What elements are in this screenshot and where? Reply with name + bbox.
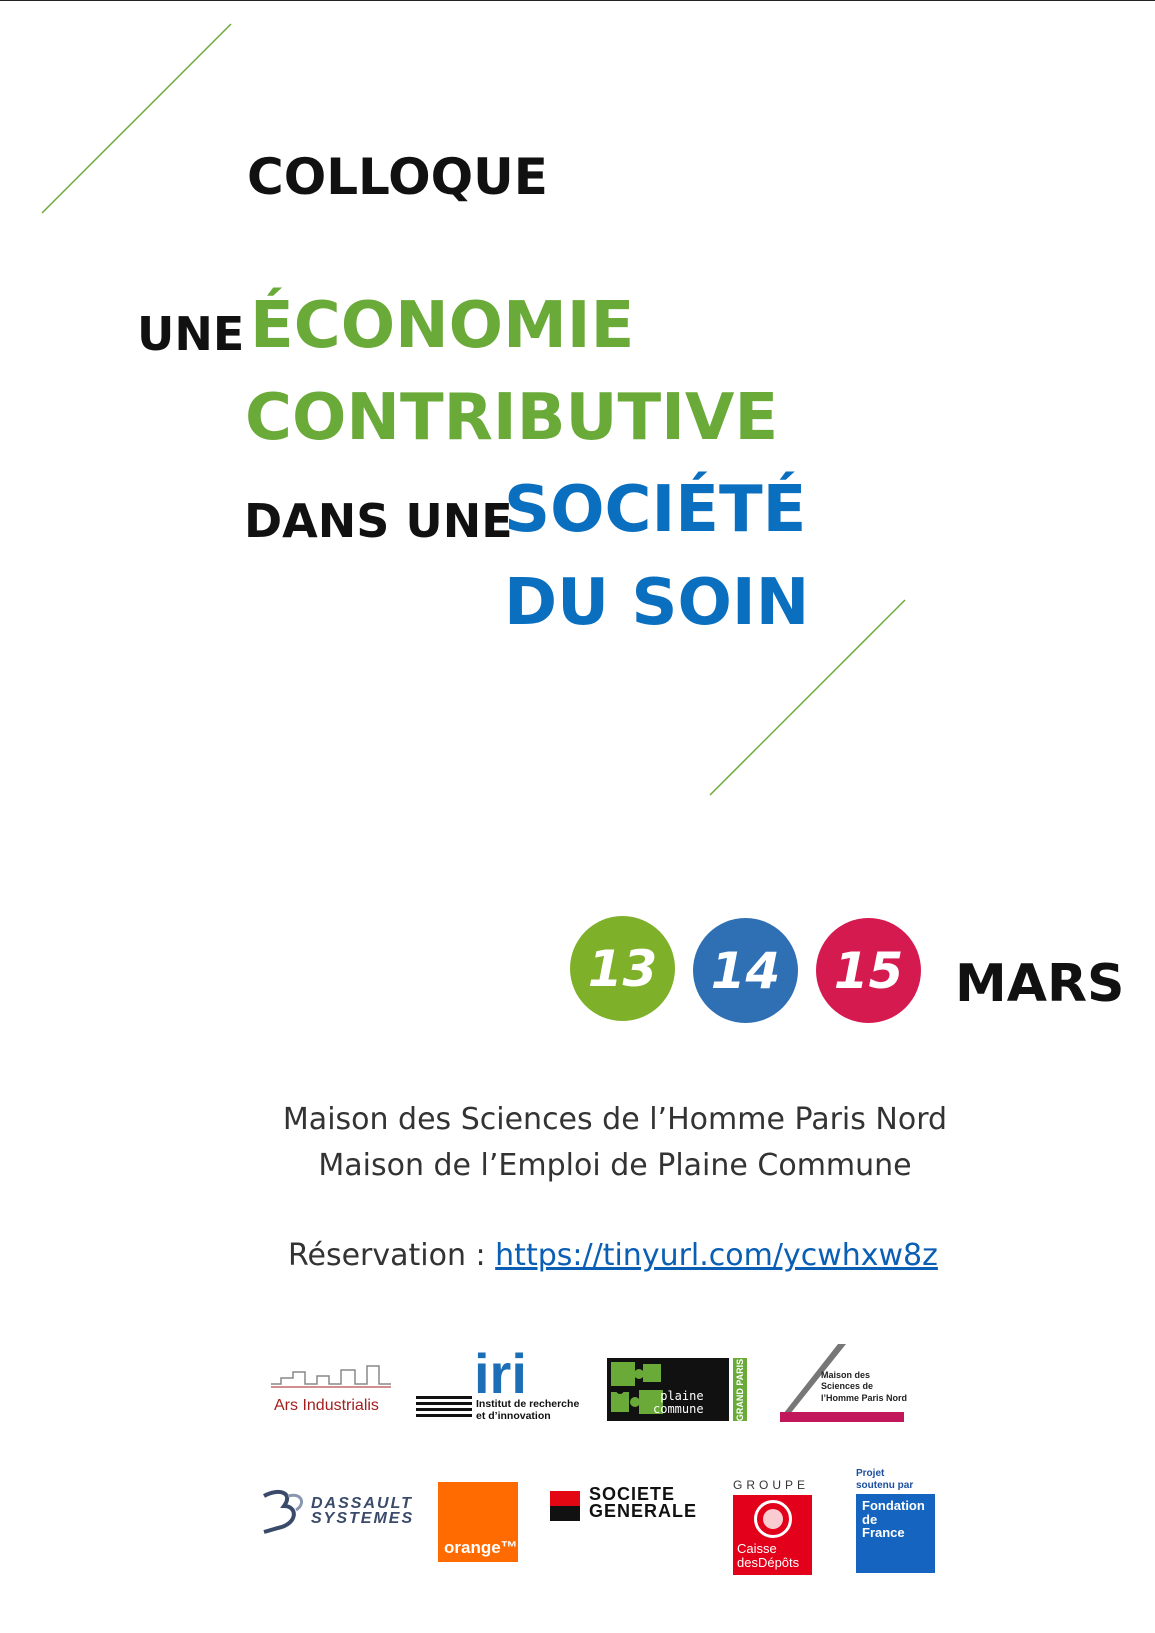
date-circle-13: 13 (570, 916, 675, 1021)
date-day: 14 (710, 941, 781, 1000)
cdc-seal-center-icon (763, 1509, 783, 1529)
reservation-label: Réservation : (288, 1238, 496, 1273)
event-type: COLLOQUE (247, 148, 548, 206)
date-circle-14: 14 (693, 918, 798, 1023)
cdc-groupe-label: GROUPE (733, 1478, 810, 1492)
iri-stripes-icon (416, 1396, 472, 1417)
grand-paris-label: GRAND PARIS (735, 1358, 745, 1422)
fdf-name: Fondation de France (862, 1498, 925, 1541)
fdf-support-label: Projet soutenu par (856, 1468, 914, 1491)
societe-generale-label: SOCIETE GENERALE (589, 1484, 698, 1522)
orange-label: orange™ (444, 1538, 518, 1557)
date-circle-15: 15 (816, 918, 921, 1023)
decorative-lines (41, 23, 906, 796)
societe-generale-mark-icon (550, 1491, 580, 1521)
title-word-societe: SOCIÉTÉ (504, 473, 807, 547)
title-word-dans-une: DANS UNE (244, 494, 513, 548)
iri-subtitle: Institut de recherche et d’innovation (476, 1398, 580, 1422)
cdc-name: Caisse desDépôts (737, 1541, 800, 1571)
iri-wordmark: iri (474, 1342, 527, 1405)
title-word-du-soin: DU SOIN (504, 566, 810, 640)
date-day: 13 (587, 939, 658, 998)
date-month: MARS (955, 954, 1125, 1014)
reservation-link[interactable]: https://tinyurl.com/ycwhxw8z (495, 1238, 938, 1273)
dassault-3ds-icon (263, 1489, 304, 1534)
ars-industrialis-skyline-icon (271, 1365, 391, 1388)
dassault-label: DASSAULT SYSTEMES (311, 1495, 415, 1528)
venue-line-2: Maison de l’Emploi de Plaine Commune (318, 1148, 912, 1183)
venue-line-1: Maison des Sciences de l’Homme Paris Nor… (282, 1102, 948, 1137)
date-day: 15 (833, 941, 904, 1000)
reservation: Réservation : https://tinyurl.com/ycwhxw… (288, 1241, 938, 1271)
title-word-une: UNE (137, 307, 245, 361)
title-word-contributive: CONTRIBUTIVE (245, 381, 779, 455)
decorative-line-top (41, 23, 232, 214)
plaine-commune-label: plaine commune (653, 1389, 704, 1416)
ars-industrialis-label: Ars Industrialis (274, 1397, 379, 1414)
title-word-economie: ÉCONOMIE (250, 289, 635, 363)
msh-label: Maison des Sciences de l’Homme Paris Nor… (821, 1370, 908, 1403)
